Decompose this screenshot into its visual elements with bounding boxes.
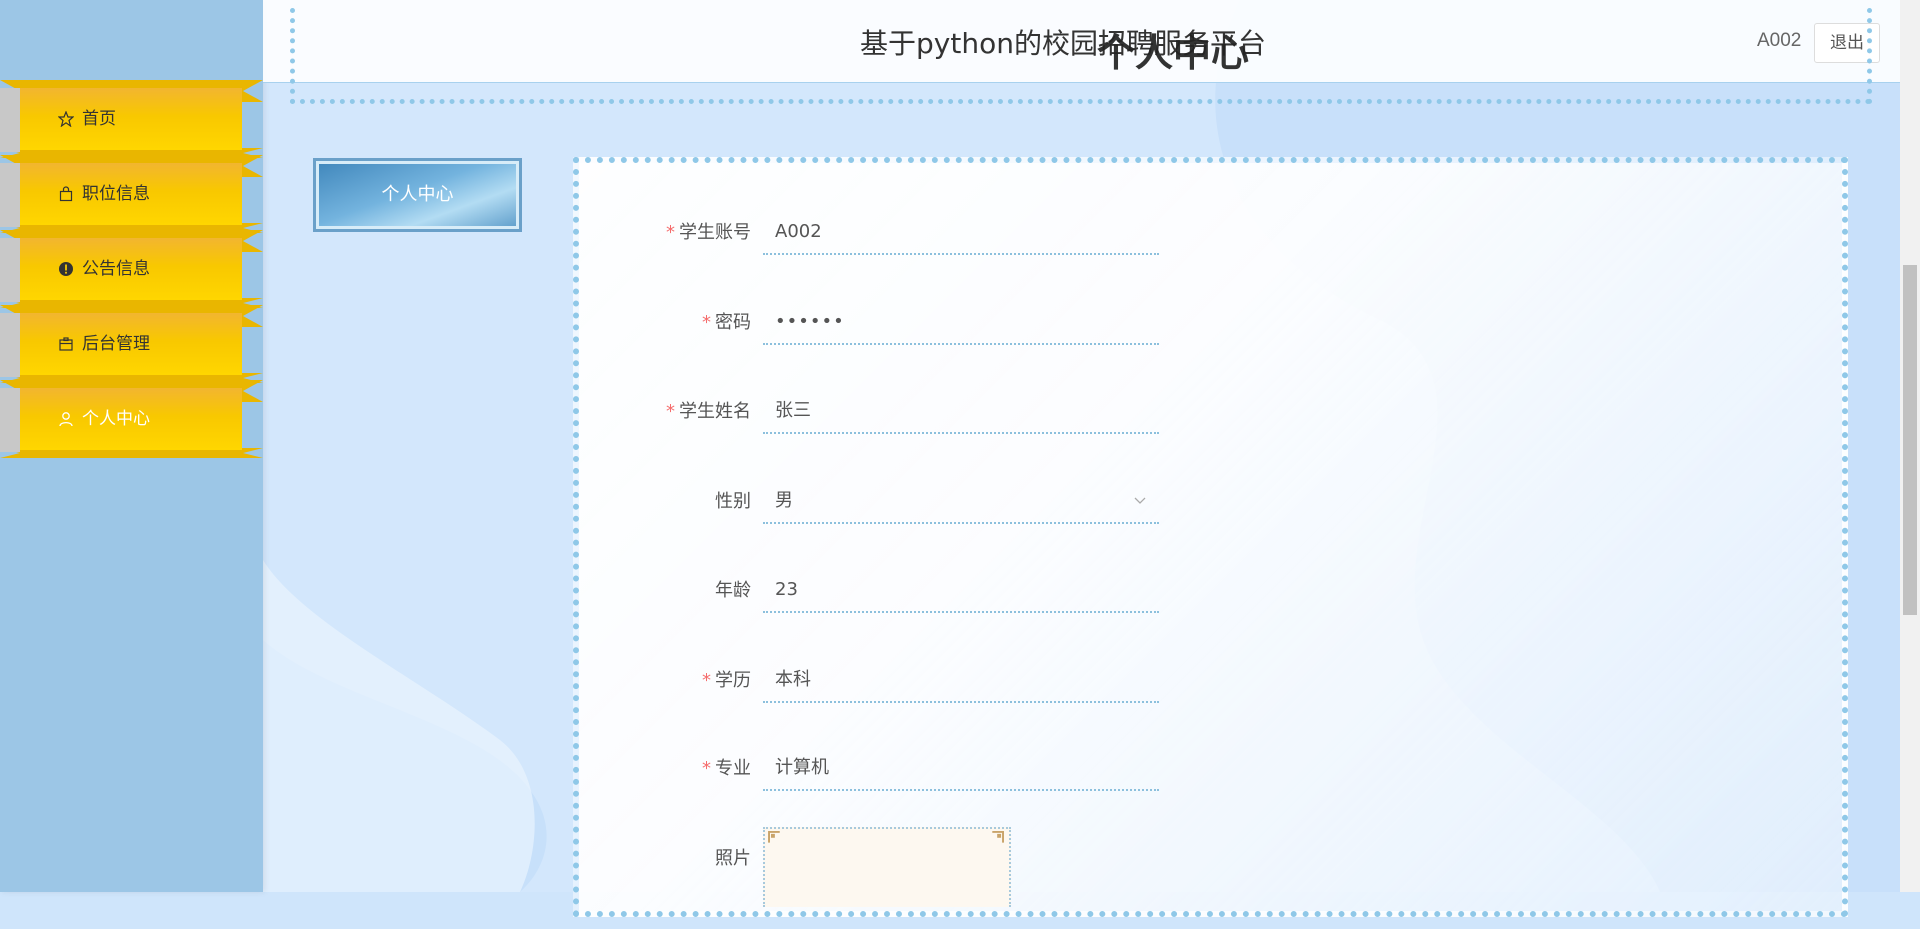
required-asterisk: * [702,758,711,779]
field-label: 照片 [715,848,751,869]
page-scrollbar[interactable] [1900,0,1920,892]
field-label: * 学生账号 [666,222,751,243]
field-label: 年龄 [715,580,751,601]
sidebar-item-label: 职位信息 [82,184,150,204]
password-input[interactable]: •••••• [763,299,1159,345]
profile-form: * 学生账号 A002 * 密码 •••••• * 学生姓名 张三 性别 男 年龄 2… [573,157,1848,917]
field-label: * 密码 [702,312,751,333]
form-row-photo: 照片 [579,827,1479,929]
sidebar-item-jobs[interactable]: 职位信息 [0,155,263,233]
sidebar-item-admin[interactable]: 后台管理 [0,305,263,383]
menu-ribbon [0,80,263,158]
sidebar: 首页 职位信息 公告信息 后台管理 个人中心 [0,0,263,892]
tab-label: 个人中心 [381,184,454,205]
form-row-age: 年龄 23 [579,561,1479,621]
tab-personal-center[interactable]: 个人中心 [313,158,522,232]
form-row-education: * 学历 本科 [579,651,1479,711]
star-icon [58,111,74,127]
form-row-major: * 专业 计算机 [579,739,1479,799]
sidebar-item-label: 公告信息 [82,259,150,279]
major-input[interactable]: 计算机 [763,745,1159,791]
top-header: 基于python的校园招聘服务平台 个人中心 A002 退出 [263,0,1900,83]
form-row-account: * 学生账号 A002 [579,203,1479,263]
photo-frame-corners [768,830,1004,843]
alert-icon [59,262,73,276]
box-icon [59,337,73,351]
sidebar-item-label: 个人中心 [82,409,150,429]
form-row-password: * 密码 •••••• [579,293,1479,353]
required-asterisk: * [666,401,675,422]
gender-select[interactable]: 男 [763,478,1159,524]
student-account-input[interactable]: A002 [763,209,1159,255]
form-row-name: * 学生姓名 张三 [579,382,1479,442]
required-asterisk: * [666,222,675,243]
sidebar-item-home[interactable]: 首页 [0,80,263,158]
field-label: * 学生姓名 [666,401,751,422]
sidebar-item-personal-center[interactable]: 个人中心 [0,380,263,458]
required-asterisk: * [702,670,711,691]
gender-select-value: 男 [775,490,793,511]
bag-icon [59,186,73,202]
logout-button[interactable]: 退出 [1814,23,1880,63]
age-input[interactable]: 23 [763,567,1159,613]
field-label: * 专业 [702,758,751,779]
current-user-name: A002 [1757,30,1802,51]
student-name-input[interactable]: 张三 [763,388,1159,434]
required-asterisk: * [702,312,711,333]
user-icon [59,412,73,427]
chevron-down-icon [1134,497,1146,504]
photo-upload[interactable] [763,827,1011,907]
scrollbar-thumb[interactable] [1903,265,1917,615]
form-row-gender: 性别 男 [579,472,1479,532]
page-title: 个人中心 [1096,31,1249,75]
sidebar-item-label: 后台管理 [82,334,150,354]
education-input[interactable]: 本科 [763,657,1159,703]
field-label: * 学历 [702,670,751,691]
field-label: 性别 [715,491,751,512]
sidebar-item-label: 首页 [82,109,116,129]
sidebar-item-notices[interactable]: 公告信息 [0,230,263,308]
